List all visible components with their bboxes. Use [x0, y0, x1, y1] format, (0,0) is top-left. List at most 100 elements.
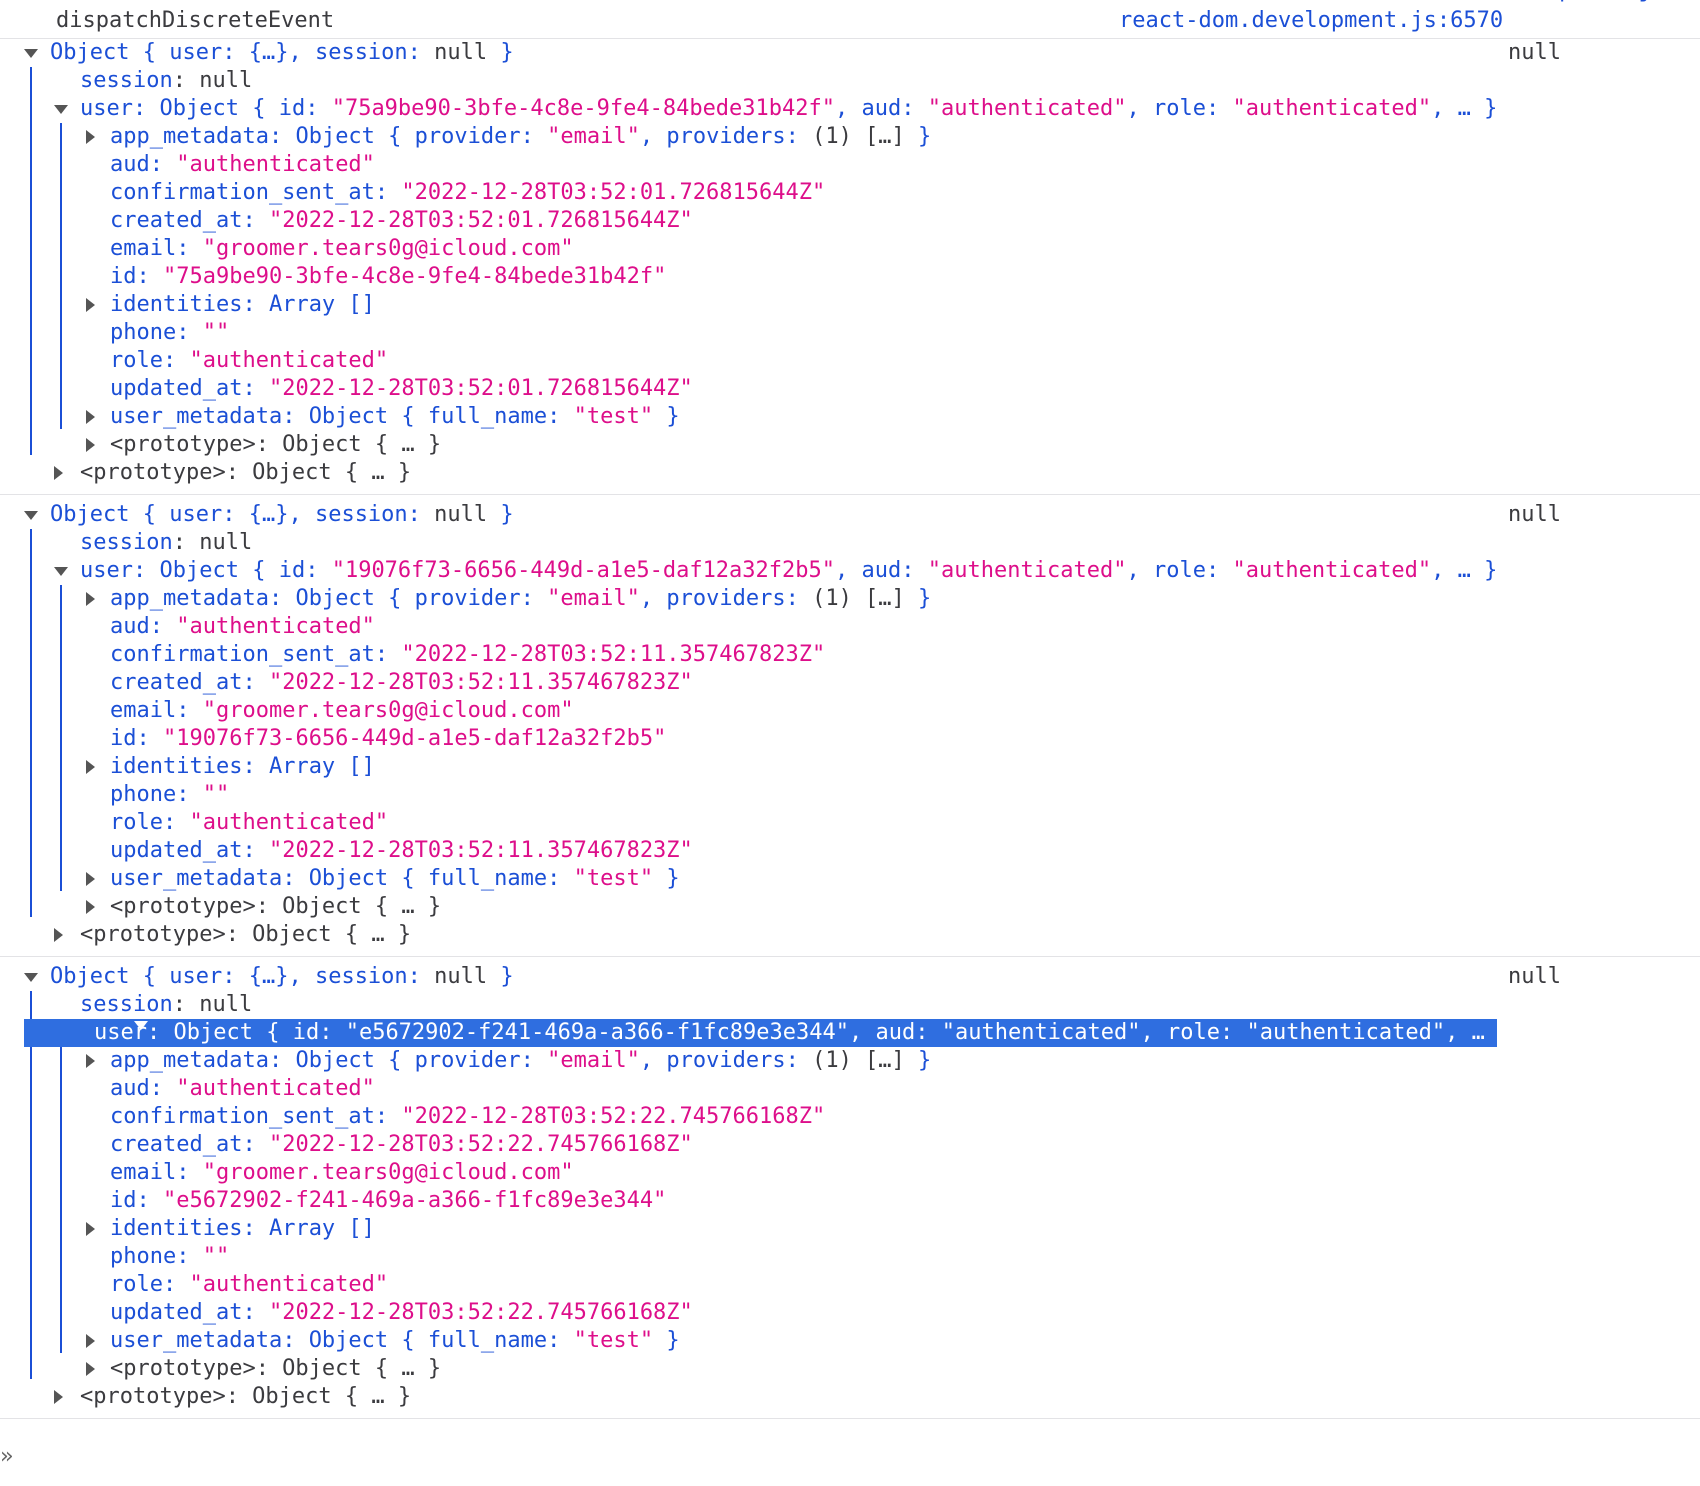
property-app-metadata[interactable]: app_metadata: Object { provider: "email"…	[0, 585, 1700, 613]
property-email: email: "groomer.tears0g@icloud.com"	[110, 236, 574, 261]
expand-triangle-icon[interactable]	[86, 760, 95, 774]
property-updated-at: updated_at: "2022-12-28T03:52:22.7457661…	[110, 1300, 693, 1325]
property-value: "authenticated"	[1232, 96, 1432, 121]
log-object-summary[interactable]: Object { user: {…}, session: null } null	[0, 963, 1700, 991]
property-value: "authenticated"	[189, 810, 389, 835]
property-value: "authenticated"	[941, 1020, 1141, 1045]
expand-triangle-icon[interactable]	[86, 592, 95, 606]
stack-frame-source-link[interactable]: react-dom.development.js:6570	[1119, 9, 1503, 32]
expand-triangle-icon[interactable]	[54, 928, 63, 942]
log-object-summary[interactable]: Object { user: {…}, session: null } null	[0, 39, 1700, 67]
property-key: created_at	[110, 670, 243, 695]
expand-triangle-icon[interactable]	[54, 466, 63, 480]
property-value: (1) […]	[812, 124, 905, 149]
property-value: null	[199, 530, 253, 555]
property-app-metadata[interactable]: app_metadata: Object { provider: "email"…	[0, 123, 1700, 151]
property-user[interactable]: user: Object { id: "75a9be90-3bfe-4c8e-9…	[0, 95, 1700, 123]
expand-triangle-icon[interactable]	[54, 1390, 63, 1404]
property-prototype[interactable]: <prototype>: Object { … }	[0, 459, 1700, 487]
property-key: aud	[861, 96, 902, 121]
expand-triangle-icon[interactable]	[86, 298, 95, 312]
property-key: created_at	[110, 208, 243, 233]
expand-triangle-icon[interactable]	[86, 1222, 95, 1236]
expand-triangle-icon[interactable]	[24, 973, 38, 982]
expand-triangle-icon[interactable]	[86, 1362, 95, 1376]
property-key: aud	[861, 558, 902, 583]
expand-triangle-icon[interactable]	[86, 130, 95, 144]
expand-triangle-icon[interactable]	[86, 438, 95, 452]
stack-frame-source-link[interactable]: react-dom.development.js:6597	[1347, 0, 1700, 3]
expand-triangle-icon[interactable]	[86, 1334, 95, 1348]
property-value: "authenticated"	[176, 152, 375, 177]
object-label: Object {	[295, 1048, 415, 1073]
object-close: , … }	[1431, 96, 1498, 121]
expand-triangle-icon[interactable]	[86, 872, 95, 886]
object-label: Object {	[159, 558, 279, 583]
prototype-label: <prototype>: Object { … }	[110, 894, 442, 919]
property-key: id	[278, 96, 306, 121]
property-key: full_name	[427, 404, 548, 429]
expand-triangle-icon[interactable]	[54, 567, 68, 576]
property-prototype[interactable]: <prototype>: Object { … }	[0, 431, 1700, 459]
object-close: }	[904, 586, 932, 611]
console-output: dispatchEventreact-dom.development.js:65…	[0, 0, 1700, 1419]
expand-triangle-icon[interactable]	[86, 1054, 95, 1068]
object-label: Object {	[308, 866, 428, 891]
property-aud: aud: "authenticated"	[110, 1076, 375, 1101]
property-value: "authenticated"	[176, 1076, 375, 1101]
property-confirmation-sent-at: confirmation_sent_at: "2022-12-28T03:52:…	[110, 1104, 826, 1129]
property-value: "2022-12-28T03:52:11.357467823Z"	[268, 838, 693, 863]
property-identities[interactable]: identities: Array []	[0, 291, 1700, 319]
log-object-summary[interactable]: Object { user: {…}, session: null } null	[0, 501, 1700, 529]
property-app-metadata[interactable]: app_metadata: Object { provider: "email"…	[0, 1047, 1700, 1075]
property-key: user	[169, 964, 223, 989]
property-key: email	[110, 1160, 177, 1185]
property-value: Array []	[268, 1216, 375, 1241]
property-value: "email"	[547, 124, 640, 149]
property-key: role	[1152, 558, 1206, 583]
property-value: "email"	[547, 586, 640, 611]
expand-triangle-icon[interactable]	[24, 49, 38, 58]
property-prototype[interactable]: <prototype>: Object { … }	[0, 893, 1700, 921]
property-key: created_at	[110, 1132, 243, 1157]
property-key: id	[110, 1188, 137, 1213]
property-key: user	[94, 1020, 147, 1045]
property-key: provider	[414, 586, 521, 611]
property-session: session: null	[80, 530, 253, 555]
property-value: null	[434, 40, 488, 65]
expand-triangle-icon[interactable]	[86, 410, 95, 424]
object-label: Object {	[308, 404, 428, 429]
property-value: "authenticated"	[189, 1272, 389, 1297]
expand-triangle-icon[interactable]	[86, 900, 95, 914]
property-value: "2022-12-28T03:52:11.357467823Z"	[268, 670, 693, 695]
property-key: aud	[110, 614, 150, 639]
console-input-prompt-icon[interactable]: »	[0, 1444, 13, 1469]
property-value: "19076f73-6656-449d-a1e5-daf12a32f2b5"	[331, 558, 836, 583]
property-value: "75a9be90-3bfe-4c8e-9fe4-84bede31b42f"	[331, 96, 836, 121]
expand-triangle-icon[interactable]	[54, 105, 68, 114]
object-close: }	[653, 866, 680, 891]
object-close: }	[653, 1328, 680, 1353]
property-identities[interactable]: identities: Array []	[0, 1215, 1700, 1243]
property-value: {…}	[248, 964, 289, 989]
property-user-metadata[interactable]: user_metadata: Object { full_name: "test…	[0, 403, 1700, 431]
property-value: "groomer.tears0g@icloud.com"	[202, 236, 574, 261]
property-key: user	[80, 96, 133, 121]
property-value: {…}	[248, 40, 289, 65]
property-key: full_name	[427, 1328, 548, 1353]
property-key: email	[110, 236, 177, 261]
property-user[interactable]: user: Object { id: "e5672902-f241-469a-a…	[0, 1019, 1700, 1055]
property-user-metadata[interactable]: user_metadata: Object { full_name: "test…	[0, 865, 1700, 893]
property-prototype[interactable]: <prototype>: Object { … }	[0, 921, 1700, 949]
property-value: "2022-12-28T03:52:22.745766168Z"	[268, 1300, 693, 1325]
property-value: null	[434, 964, 488, 989]
expand-triangle-icon[interactable]	[24, 511, 38, 520]
property-user-metadata[interactable]: user_metadata: Object { full_name: "test…	[0, 1327, 1700, 1355]
property-key: phone	[110, 1244, 177, 1269]
property-prototype[interactable]: <prototype>: Object { … }	[0, 1383, 1700, 1411]
property-identities[interactable]: identities: Array []	[0, 753, 1700, 781]
property-user[interactable]: user: Object { id: "19076f73-6656-449d-a…	[0, 557, 1700, 585]
property-value: "75a9be90-3bfe-4c8e-9fe4-84bede31b42f"	[163, 264, 667, 289]
property-key: identities	[110, 292, 243, 317]
property-prototype[interactable]: <prototype>: Object { … }	[0, 1355, 1700, 1383]
